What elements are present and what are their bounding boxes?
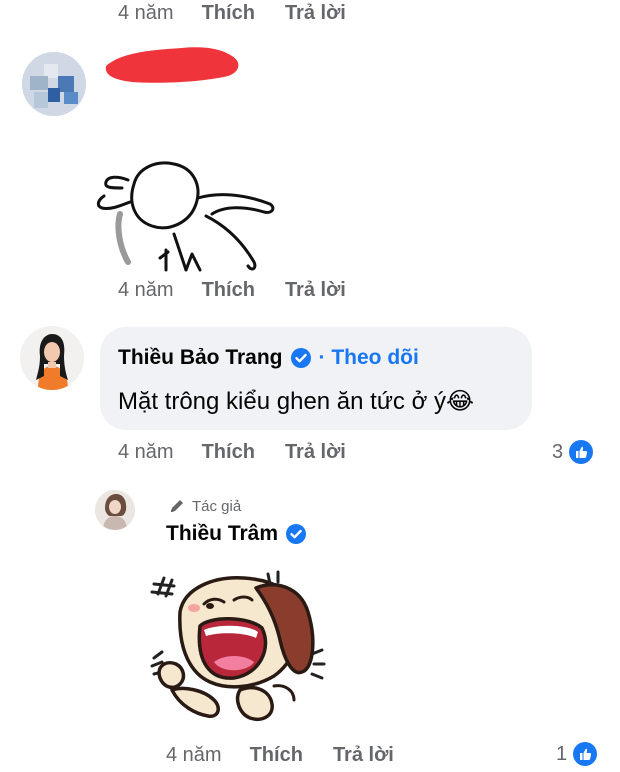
comment-actions: 4 năm Thích Trả lời [118,2,346,25]
commenter-name[interactable]: Thiều Bảo Trang [118,346,283,370]
reply-button[interactable]: Trả lời [285,441,346,464]
comment-actions: 4 năm Thích Trả lời [118,279,346,302]
reply-button[interactable]: Trả lời [285,279,346,302]
comment-header: Thiều Bảo Trang · Theo dõi [118,346,419,370]
author-badge-label: Tác giả [192,497,242,515]
reaction-count-value: 3 [552,440,564,463]
laughing-dog-sticker [144,566,334,734]
rabbit-sticker [94,158,278,276]
author-badge: Tác giả [168,497,241,515]
like-button[interactable]: Thích [202,2,255,25]
verified-badge-icon [286,524,307,544]
comment-age: 4 năm [166,744,222,766]
reply-actions: 4 năm Thích Trả lời [166,744,394,767]
comment-actions: 4 năm Thích Trả lời [118,441,346,464]
reply-header: Thiều Trâm [166,522,307,546]
comment-age: 4 năm [118,441,174,463]
pen-icon [168,497,186,515]
avatar[interactable] [20,326,84,390]
verified-badge-icon [290,348,311,368]
like-icon [573,742,598,766]
reaction-count[interactable]: 1 [556,742,598,766]
commenter-name[interactable]: Thiều Trâm [166,522,278,546]
comment-age: 4 năm [118,2,174,24]
reaction-count-value: 1 [556,742,568,765]
comment-text: Mặt trông kiểu ghen ăn tức ở ý😂 [118,388,475,415]
reply-button[interactable]: Trả lời [285,2,346,25]
comment-age: 4 năm [118,279,174,301]
reaction-count[interactable]: 3 [552,440,594,464]
like-button[interactable]: Thích [202,279,255,302]
like-button[interactable]: Thích [250,744,303,767]
follow-link[interactable]: · Theo dõi [319,346,419,370]
reply-button[interactable]: Trả lời [333,744,394,767]
like-icon [569,440,594,464]
avatar[interactable] [22,52,86,116]
avatar[interactable] [95,490,135,530]
redacted-name [102,42,244,88]
like-button[interactable]: Thích [202,441,255,464]
